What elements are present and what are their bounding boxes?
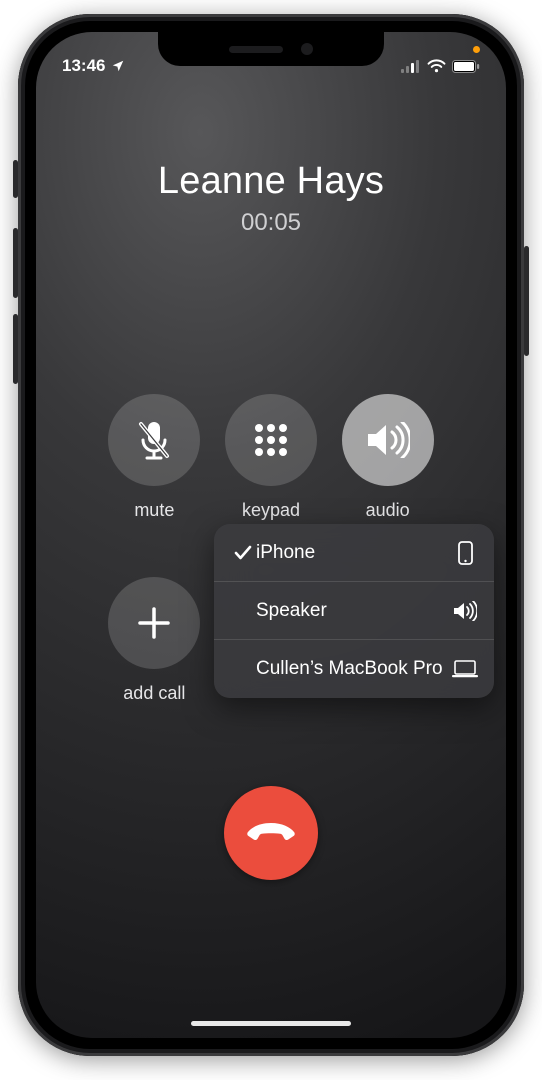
- location-icon: [111, 59, 125, 73]
- caller-name: Leanne Hays: [36, 160, 506, 203]
- device-frame: 13:46: [18, 14, 524, 1056]
- audio-label: audio: [366, 500, 410, 521]
- laptop-icon: [452, 660, 478, 678]
- speaker-icon: [366, 422, 410, 458]
- home-indicator[interactable]: [191, 1021, 351, 1026]
- audio-route-speaker[interactable]: Speaker: [214, 582, 494, 640]
- mute-label: mute: [134, 500, 174, 521]
- add-call-button[interactable]: add call: [96, 577, 213, 704]
- hangup-icon: [246, 820, 296, 847]
- audio-route-mac[interactable]: Cullen’s MacBook Pro: [214, 640, 494, 698]
- iphone-icon: [452, 541, 478, 565]
- side-power-button[interactable]: [524, 246, 529, 356]
- keypad-icon: [251, 420, 291, 460]
- speaker-icon: [452, 601, 478, 621]
- audio-button[interactable]: audio: [329, 394, 446, 521]
- status-time: 13:46: [62, 56, 105, 76]
- battery-icon: [452, 60, 480, 73]
- audio-route-menu: iPhone Speaker: [214, 524, 494, 698]
- call-duration: 00:05: [36, 209, 506, 237]
- cellular-signal-icon: [401, 60, 421, 73]
- audio-route-iphone[interactable]: iPhone: [214, 524, 494, 582]
- checkmark-icon: [230, 545, 256, 561]
- add-call-label: add call: [123, 683, 185, 704]
- keypad-label: keypad: [242, 500, 300, 521]
- wifi-icon: [427, 59, 446, 73]
- audio-route-label: iPhone: [256, 541, 452, 565]
- audio-route-label: Cullen’s MacBook Pro: [256, 657, 452, 681]
- end-call-button[interactable]: [224, 786, 318, 880]
- plus-icon: [136, 605, 172, 641]
- mute-icon: [134, 418, 174, 462]
- audio-route-label: Speaker: [256, 599, 452, 623]
- keypad-button[interactable]: keypad: [213, 394, 330, 521]
- caller-header: Leanne Hays 00:05: [36, 160, 506, 237]
- screen: 13:46: [36, 32, 506, 1038]
- mute-button[interactable]: mute: [96, 394, 213, 521]
- ring-silent-switch[interactable]: [13, 160, 18, 198]
- volume-up-button[interactable]: [13, 228, 18, 298]
- volume-down-button[interactable]: [13, 314, 18, 384]
- status-bar: 13:46: [36, 32, 506, 82]
